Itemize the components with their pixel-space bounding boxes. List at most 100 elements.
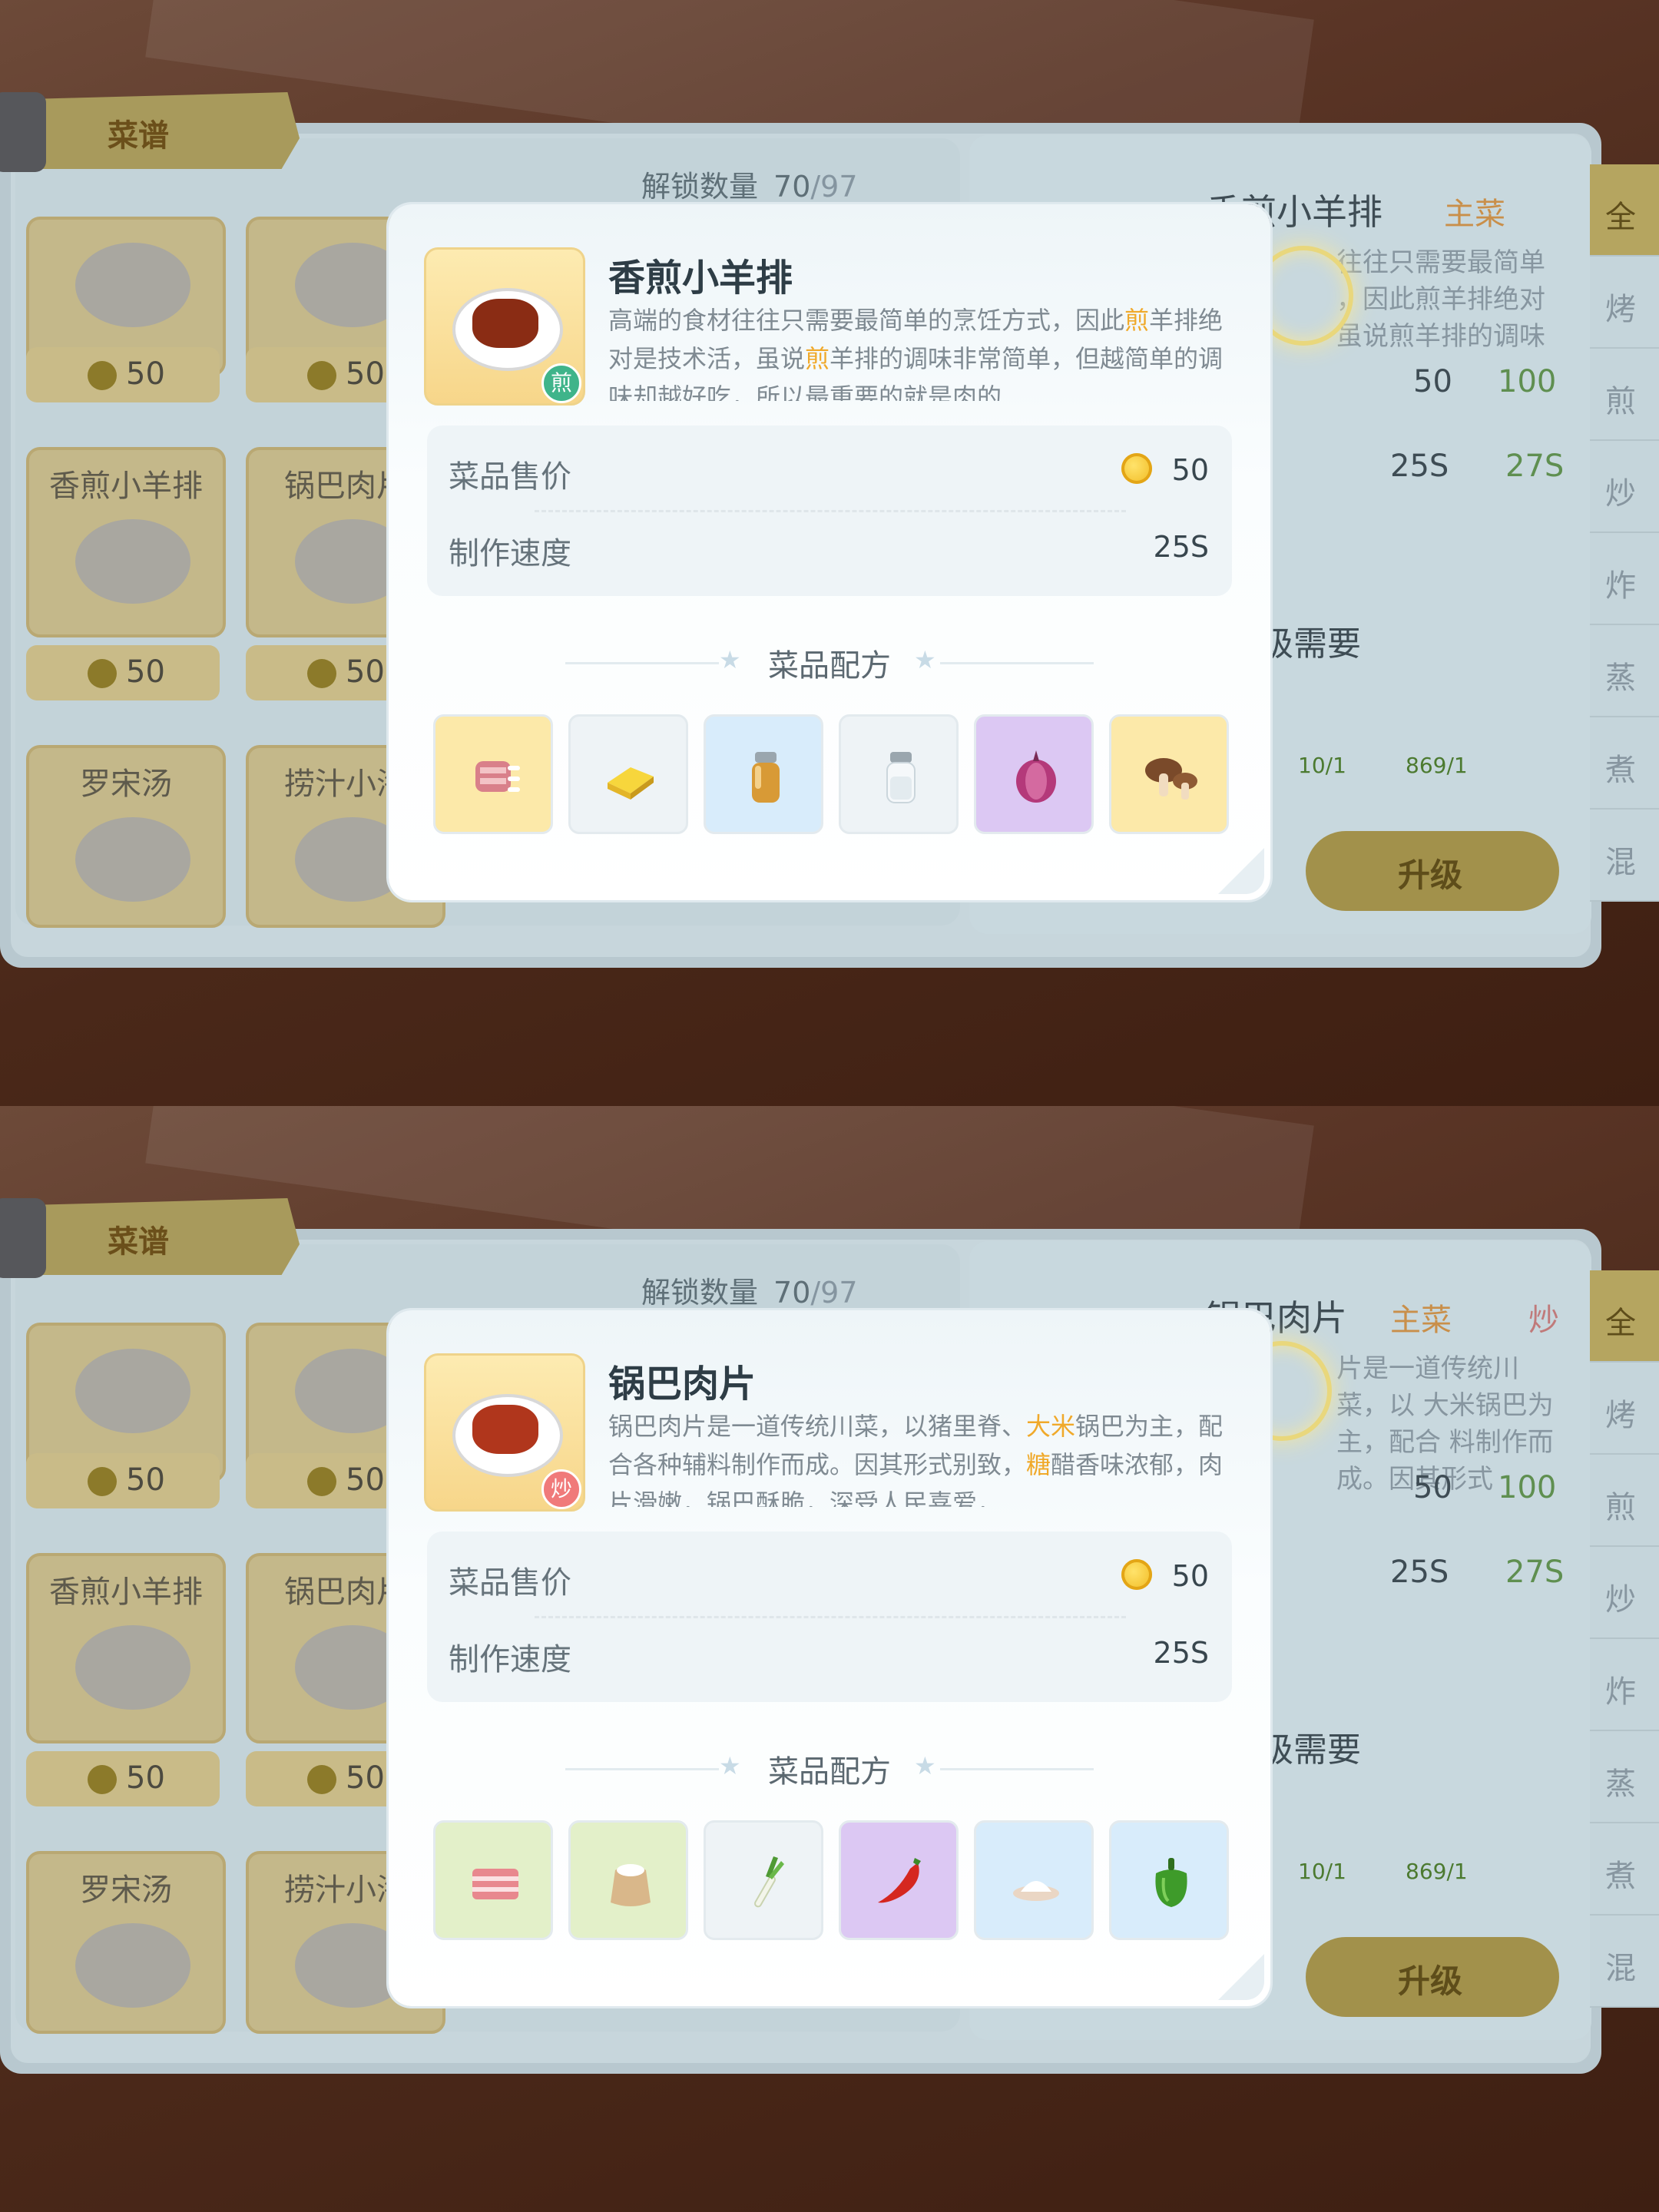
cook-method-badge: 炒 <box>541 1469 581 1509</box>
coin-icon <box>307 361 336 390</box>
scallion-icon <box>754 1856 784 1908</box>
ingredient-slot[interactable] <box>704 714 823 834</box>
ingredient-slot[interactable] <box>433 714 553 834</box>
back-button[interactable] <box>0 1198 46 1278</box>
side-tab[interactable]: 烤 <box>1590 1363 1659 1455</box>
recipe-card[interactable]: 香煎小羊排 <box>26 447 226 637</box>
dish-info-dialog: 煎 香煎小羊排 高端的食材往往只需要最简单的烹饪方式，因此煎羊排绝对是技术活，虽… <box>389 204 1270 900</box>
detail-price-to: 100 <box>1498 364 1557 399</box>
side-tab[interactable]: 混 <box>1590 810 1659 902</box>
dish-stats: 菜品售价 50 制作速度 25S <box>427 1532 1232 1702</box>
tab-title: 菜谱 <box>108 1224 169 1260</box>
side-tab[interactable]: 蒸 <box>1590 625 1659 717</box>
recipe-title: 菜品配方 <box>768 648 891 684</box>
corner-decoration <box>1218 1954 1264 2000</box>
ingredient-slot[interactable] <box>1109 1820 1229 1940</box>
speed-value: 25S <box>1153 530 1209 564</box>
card-price: 50 <box>26 1751 220 1806</box>
detail-speed-to: 27S <box>1505 449 1565 484</box>
dish-image <box>75 1349 190 1433</box>
side-tab[interactable]: 混 <box>1590 1916 1659 2008</box>
coin-icon <box>1121 453 1152 484</box>
upgrade-label: 升级 <box>1398 856 1463 894</box>
coin-icon <box>88 659 117 688</box>
side-tab[interactable]: 煎 <box>1590 349 1659 441</box>
side-tab[interactable]: 煎 <box>1590 1455 1659 1547</box>
coin-icon <box>88 361 117 390</box>
ingredient-slot[interactable] <box>568 1820 688 1940</box>
dish-description[interactable]: 锅巴肉片是一道传统川菜，以猪里脊、大米锅巴为主，配合各种辅料制作而成。因其形式别… <box>608 1407 1238 1507</box>
detail-price-to: 100 <box>1498 1470 1557 1505</box>
coin-icon <box>88 1765 117 1794</box>
recipe-card[interactable]: 香煎小羊排 <box>26 1553 226 1743</box>
recipe-card[interactable]: 罗宋汤 <box>26 745 226 928</box>
coin-icon <box>307 659 336 688</box>
screenshot-top: 菜谱 解锁数量 70/97 50 50 香煎小羊排 50 锅巴肉片 50 罗宋汤 … <box>0 0 1659 1106</box>
side-tab[interactable]: 蒸 <box>1590 1731 1659 1823</box>
detail-speed-from: 25S <box>1390 449 1449 484</box>
price-label: 菜品售价 <box>449 1565 571 1601</box>
side-tab[interactable]: 炸 <box>1590 533 1659 625</box>
mushroom-icon <box>1145 758 1197 800</box>
tab-title: 菜谱 <box>108 118 169 154</box>
side-tab[interactable]: 全 <box>1590 164 1659 257</box>
coin-icon <box>88 1467 117 1496</box>
unlock-total: /97 <box>810 1276 858 1310</box>
dish-title: 香煎小羊排 <box>608 257 793 300</box>
ingredient-slot[interactable] <box>974 714 1094 834</box>
unlock-count: 解锁数量 70/97 <box>641 163 858 205</box>
detail-req-1: 10/1 <box>1298 1859 1346 1884</box>
price-label: 菜品售价 <box>449 459 571 495</box>
side-tab[interactable]: 炒 <box>1590 441 1659 533</box>
coin-icon <box>307 1467 336 1496</box>
detail-req-label: 级需要 <box>1260 1730 1361 1770</box>
ingredient-slot[interactable] <box>839 714 959 834</box>
unlock-total: /97 <box>810 170 858 204</box>
dish-thumbnail: 煎 <box>424 247 585 406</box>
coin-icon <box>307 1765 336 1794</box>
ingredient-slot[interactable] <box>839 1820 959 1940</box>
detail-price-from: 50 <box>1413 364 1452 399</box>
dish-image <box>75 817 190 902</box>
side-tab[interactable]: 炒 <box>1590 1547 1659 1639</box>
side-tab[interactable]: 煮 <box>1590 1823 1659 1916</box>
coin-icon <box>1121 1559 1152 1590</box>
dish-info-dialog: 炒 锅巴肉片 锅巴肉片是一道传统川菜，以猪里脊、大米锅巴为主，配合各种辅料制作而… <box>389 1310 1270 2006</box>
ingredient-slot[interactable] <box>974 1820 1094 1940</box>
unlock-number: 70 <box>773 1276 811 1310</box>
detail-req-2: 869/1 <box>1406 1859 1468 1884</box>
back-button[interactable] <box>0 92 46 172</box>
dish-image <box>75 1923 190 2008</box>
dish-description[interactable]: 高端的食材往往只需要最简单的烹饪方式，因此煎羊排绝对是技术活，虽说煎羊排的调味非… <box>608 301 1238 401</box>
price-value: 50 <box>1171 1559 1209 1593</box>
side-tab[interactable]: 煮 <box>1590 717 1659 810</box>
speed-label: 制作速度 <box>449 1642 571 1677</box>
side-tab[interactable]: 炸 <box>1590 1639 1659 1731</box>
price-value: 50 <box>1171 453 1209 487</box>
ingredient-slot[interactable] <box>1109 714 1229 834</box>
unlock-number: 70 <box>773 170 811 204</box>
detail-desc: 往往只需要最简单 ，因此煎羊排绝对 虽说煎羊排的调味 <box>1336 247 1545 352</box>
dish-stats: 菜品售价 50 制作速度 25S <box>427 426 1232 596</box>
dish-image <box>75 519 190 604</box>
green-pepper-icon <box>1155 1858 1187 1907</box>
speed-value: 25S <box>1153 1636 1209 1670</box>
unlock-label: 解锁数量 <box>641 170 759 204</box>
detail-tag-main: 主菜 <box>1390 1303 1452 1338</box>
ingredient-slot[interactable] <box>704 1820 823 1940</box>
onion-icon <box>1016 750 1056 803</box>
butter-icon <box>608 767 654 800</box>
ingredient-slot[interactable] <box>568 714 688 834</box>
card-price: 50 <box>26 645 220 700</box>
ingredient-slot[interactable] <box>433 1820 553 1940</box>
detail-speed-from: 25S <box>1390 1555 1449 1590</box>
pork-belly-icon <box>472 1869 518 1899</box>
side-tab[interactable]: 烤 <box>1590 257 1659 349</box>
recipe-card[interactable]: 罗宋汤 <box>26 1851 226 2034</box>
recipe-title: 菜品配方 <box>768 1754 891 1790</box>
card-price: 50 <box>26 1453 220 1508</box>
dish-image <box>75 243 190 327</box>
side-tab[interactable]: 全 <box>1590 1270 1659 1363</box>
lamb-chop-icon <box>472 299 538 348</box>
detail-price-from: 50 <box>1413 1470 1452 1505</box>
